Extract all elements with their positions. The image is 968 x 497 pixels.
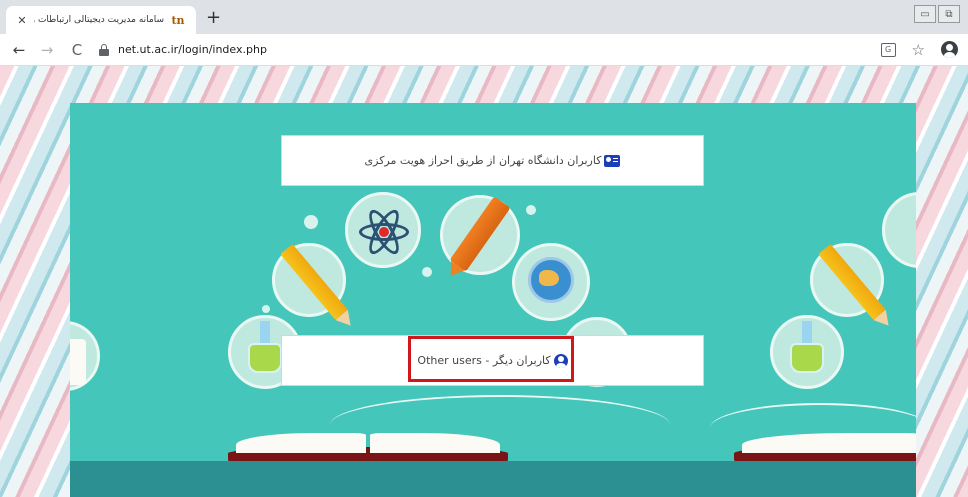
book-page [70, 339, 86, 385]
minimize-button[interactable]: ▭ [914, 5, 936, 23]
window-controls: ▭ ⧉ [914, 5, 960, 23]
restore-button[interactable]: ⧉ [938, 5, 960, 23]
address-bar[interactable]: net.ut.ac.ir/login/index.php [98, 38, 267, 62]
page-background: کاربران دانشگاه تهران از طریق احراز هویت… [0, 66, 968, 497]
university-sso-label: کاربران دانشگاه تهران از طریق احراز هویت… [364, 154, 602, 167]
account-icon[interactable] [941, 41, 958, 58]
login-panel: کاربران دانشگاه تهران از طریق احراز هویت… [70, 103, 916, 497]
panel-floor [70, 461, 916, 497]
decor-dot [262, 305, 270, 313]
toolbar-actions: G ☆ [880, 41, 958, 59]
lock-icon[interactable] [98, 43, 110, 56]
url-text[interactable]: net.ut.ac.ir/login/index.php [118, 43, 267, 56]
globe-icon [528, 257, 574, 303]
browser-toolbar: ← → C net.ut.ac.ir/login/index.php G ☆ [0, 34, 968, 66]
atom-bubble [882, 192, 916, 268]
new-tab-button[interactable]: + [206, 9, 221, 27]
highlight-box [408, 336, 574, 382]
site-favicon-icon: tn [171, 13, 185, 27]
atom-icon [359, 205, 409, 259]
reload-button[interactable]: C [66, 41, 88, 59]
browser-tab[interactable]: tn سامانه مدیریت دیجیتالی ارتباطات و مست… [6, 6, 196, 34]
decor-dot [422, 267, 432, 277]
decor-dot [526, 205, 536, 215]
flask-icon [248, 343, 282, 373]
university-sso-label-row: کاربران دانشگاه تهران از طریق احراز هویت… [365, 154, 621, 167]
back-button[interactable]: ← [8, 41, 30, 59]
tab-title: سامانه مدیریت دیجیتالی ارتباطات و مستندا… [34, 15, 164, 25]
tab-close-icon[interactable]: ✕ [16, 14, 28, 27]
translate-icon[interactable]: G [880, 42, 896, 57]
book-page [236, 433, 366, 453]
id-card-icon [604, 154, 621, 167]
flask-icon [260, 321, 270, 343]
decor-dot [304, 215, 318, 229]
bookmark-star-icon[interactable]: ☆ [912, 41, 925, 59]
forward-button[interactable]: → [36, 41, 58, 59]
tab-strip: tn سامانه مدیریت دیجیتالی ارتباطات و مست… [0, 0, 968, 34]
flask-icon [790, 343, 824, 373]
flask-icon [802, 321, 812, 343]
university-sso-login-button[interactable]: کاربران دانشگاه تهران از طریق احراز هویت… [281, 135, 704, 186]
